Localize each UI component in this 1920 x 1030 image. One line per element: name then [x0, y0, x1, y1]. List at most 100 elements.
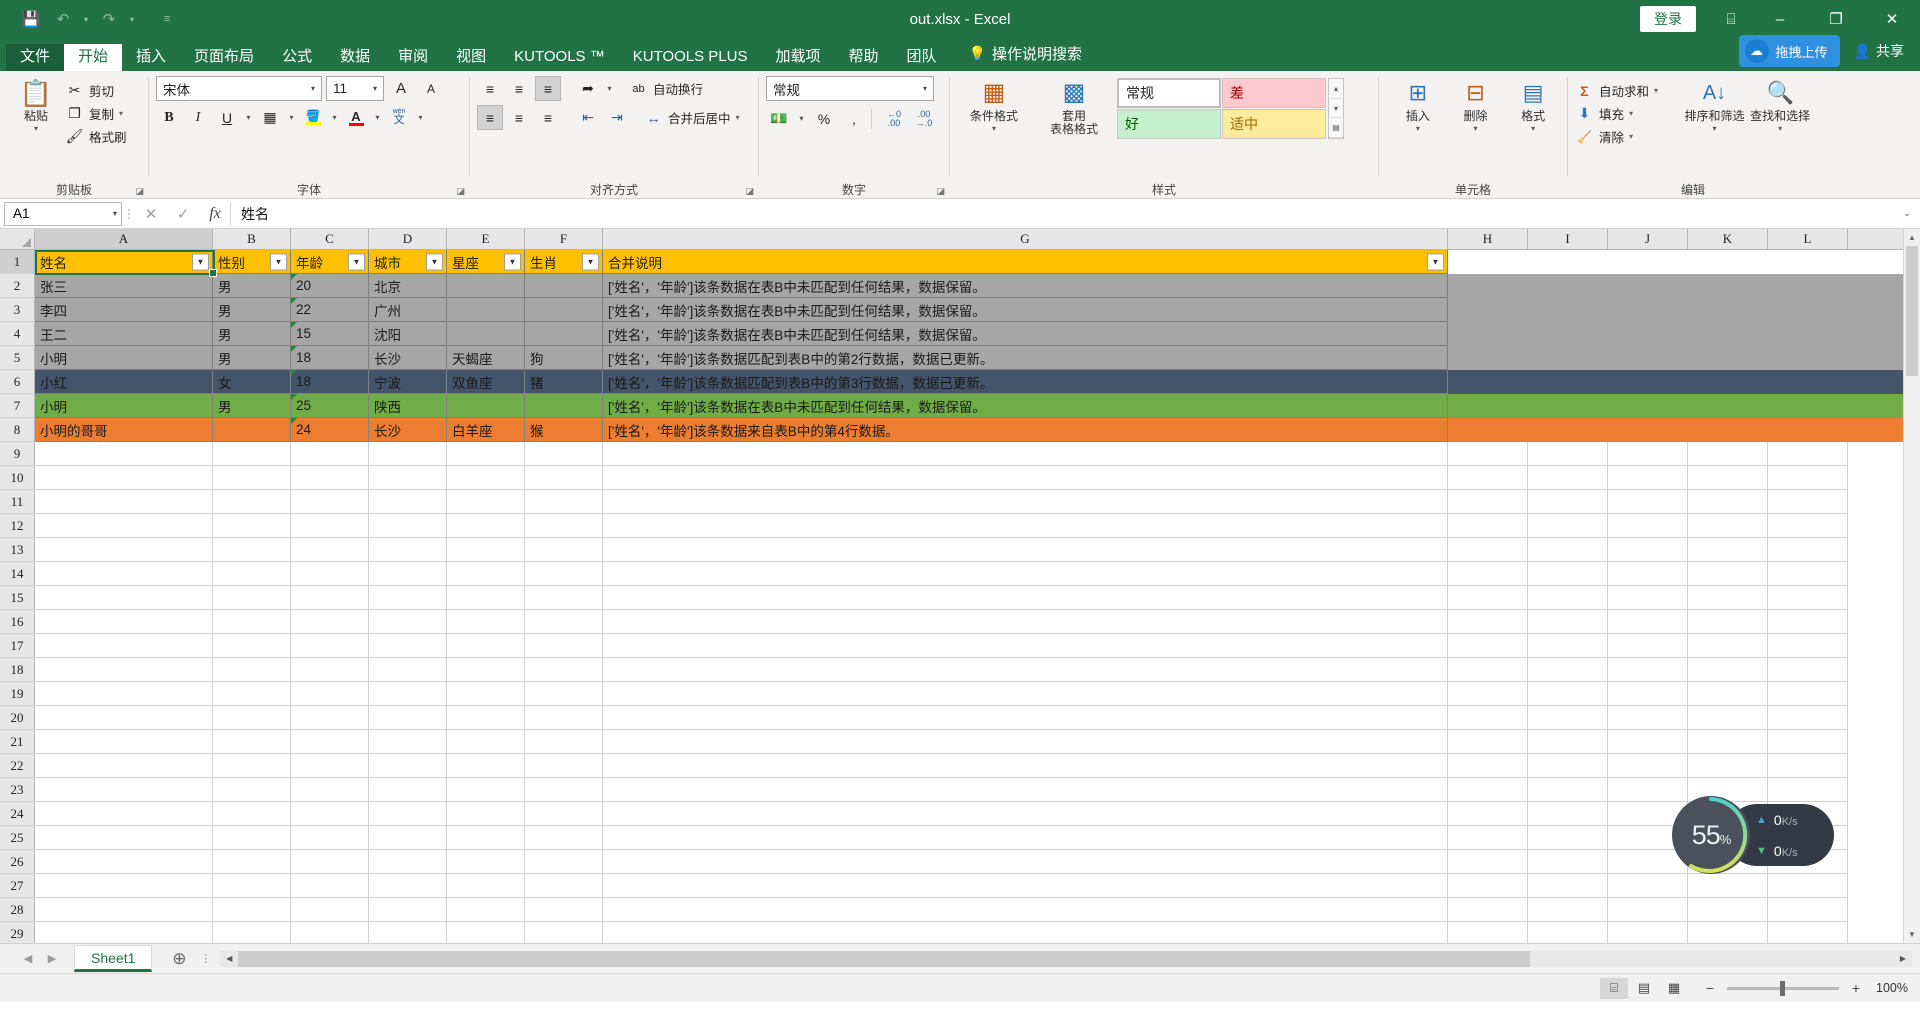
- empty-cell[interactable]: [603, 586, 1448, 610]
- autosum-button[interactable]: Σ 自动求和 ▾: [1575, 79, 1680, 102]
- cell-a6[interactable]: 小红: [35, 370, 213, 394]
- empty-cell[interactable]: [291, 490, 369, 514]
- row-header-28[interactable]: 28: [0, 898, 35, 922]
- merge-center-button[interactable]: ↔ 合并后居中 ▾: [644, 106, 740, 129]
- underline-button[interactable]: U: [214, 105, 240, 130]
- cell-d6[interactable]: 宁波: [369, 370, 447, 394]
- empty-cell[interactable]: [1608, 442, 1688, 466]
- empty-cell[interactable]: [1688, 610, 1768, 634]
- save-icon[interactable]: 💾: [16, 5, 46, 33]
- empty-cell[interactable]: [291, 778, 369, 802]
- cell-a1[interactable]: 姓名 ▼: [35, 250, 213, 274]
- empty-cell[interactable]: [1448, 874, 1528, 898]
- empty-cell[interactable]: [35, 802, 213, 826]
- previous-sheet-icon[interactable]: ◀: [16, 952, 40, 965]
- hscroll-left-icon[interactable]: ◀: [220, 950, 239, 967]
- empty-cell[interactable]: [1528, 610, 1608, 634]
- row-header-13[interactable]: 13: [0, 538, 35, 562]
- empty-cell[interactable]: [1768, 586, 1848, 610]
- empty-cell[interactable]: [525, 610, 603, 634]
- row-header-7[interactable]: 7: [0, 394, 35, 418]
- empty-cell[interactable]: [447, 778, 525, 802]
- align-center-icon[interactable]: ≡: [506, 105, 532, 130]
- tab-review[interactable]: 审阅: [384, 44, 442, 71]
- row-header-27[interactable]: 27: [0, 874, 35, 898]
- empty-cell[interactable]: [1448, 850, 1528, 874]
- filter-icon-f[interactable]: ▼: [582, 253, 599, 270]
- empty-cell[interactable]: [525, 706, 603, 730]
- align-left-icon[interactable]: ≡: [477, 105, 503, 130]
- empty-cell[interactable]: [1608, 490, 1688, 514]
- column-header-e[interactable]: E: [447, 229, 525, 249]
- formula-input[interactable]: 姓名: [230, 201, 1898, 226]
- empty-cell[interactable]: [1688, 874, 1768, 898]
- empty-cell[interactable]: [603, 826, 1448, 850]
- empty-cell[interactable]: [1608, 658, 1688, 682]
- empty-cell[interactable]: [1528, 562, 1608, 586]
- tab-help[interactable]: 帮助: [835, 44, 893, 71]
- row-header-10[interactable]: 10: [0, 466, 35, 490]
- empty-cell[interactable]: [35, 874, 213, 898]
- empty-cell[interactable]: [1448, 490, 1528, 514]
- empty-cell[interactable]: [1528, 778, 1608, 802]
- cell-g1[interactable]: 合并说明 ▼: [603, 250, 1448, 274]
- cell-e8[interactable]: 白羊座: [447, 418, 525, 442]
- empty-cell[interactable]: [447, 514, 525, 538]
- cell-c3[interactable]: 22: [291, 298, 369, 322]
- scroll-down-icon[interactable]: ▼: [1904, 926, 1920, 943]
- empty-cell[interactable]: [603, 682, 1448, 706]
- cell-f6[interactable]: 猪: [525, 370, 603, 394]
- empty-cell[interactable]: [291, 802, 369, 826]
- empty-cell[interactable]: [525, 850, 603, 874]
- empty-cell[interactable]: [1608, 730, 1688, 754]
- empty-cell[interactable]: [525, 490, 603, 514]
- empty-cell[interactable]: [213, 802, 291, 826]
- column-header-k[interactable]: K: [1688, 229, 1768, 249]
- empty-cell[interactable]: [1608, 586, 1688, 610]
- empty-cell[interactable]: [35, 658, 213, 682]
- tab-page-layout[interactable]: 页面布局: [180, 44, 268, 71]
- empty-cell[interactable]: [35, 610, 213, 634]
- empty-cell[interactable]: [291, 634, 369, 658]
- format-as-table-button[interactable]: ▩ 套用 表格格式: [1037, 76, 1111, 137]
- empty-cell[interactable]: [213, 754, 291, 778]
- empty-cell[interactable]: [603, 634, 1448, 658]
- column-header-l[interactable]: L: [1768, 229, 1848, 249]
- empty-cell[interactable]: [369, 826, 447, 850]
- empty-cell[interactable]: [1688, 514, 1768, 538]
- empty-cell[interactable]: [213, 730, 291, 754]
- empty-cell[interactable]: [603, 490, 1448, 514]
- empty-cell[interactable]: [1448, 754, 1528, 778]
- cell-a7[interactable]: 小明: [35, 394, 213, 418]
- empty-cell[interactable]: [1448, 682, 1528, 706]
- decrease-font-size-icon[interactable]: A: [418, 76, 444, 101]
- copy-dropdown-icon[interactable]: ▾: [119, 109, 123, 118]
- align-top-icon[interactable]: ≡: [477, 76, 503, 101]
- empty-cell[interactable]: [525, 874, 603, 898]
- empty-cell[interactable]: [1768, 754, 1848, 778]
- column-header-d[interactable]: D: [369, 229, 447, 249]
- cell-b3[interactable]: 男: [213, 298, 291, 322]
- empty-cell[interactable]: [1528, 514, 1608, 538]
- cell-a2[interactable]: 张三: [35, 274, 213, 298]
- cell-style-normal[interactable]: 常规: [1117, 78, 1221, 108]
- empty-cell[interactable]: [525, 826, 603, 850]
- clipboard-dialog-launcher-icon[interactable]: ◪: [135, 186, 144, 197]
- empty-cell[interactable]: [35, 778, 213, 802]
- empty-cell[interactable]: [213, 850, 291, 874]
- empty-cell[interactable]: [1528, 706, 1608, 730]
- empty-cell[interactable]: [603, 898, 1448, 922]
- empty-cell[interactable]: [1448, 778, 1528, 802]
- empty-cell[interactable]: [447, 442, 525, 466]
- row-header-9[interactable]: 9: [0, 442, 35, 466]
- empty-cell[interactable]: [1528, 466, 1608, 490]
- borders-dropdown-icon[interactable]: ▾: [286, 113, 297, 122]
- cell-f8[interactable]: 猴: [525, 418, 603, 442]
- empty-cell[interactable]: [525, 586, 603, 610]
- row-header-18[interactable]: 18: [0, 658, 35, 682]
- empty-cell[interactable]: [369, 922, 447, 943]
- empty-cell[interactable]: [1528, 874, 1608, 898]
- empty-cell[interactable]: [35, 514, 213, 538]
- empty-cell[interactable]: [291, 826, 369, 850]
- cell-d7[interactable]: 陕西: [369, 394, 447, 418]
